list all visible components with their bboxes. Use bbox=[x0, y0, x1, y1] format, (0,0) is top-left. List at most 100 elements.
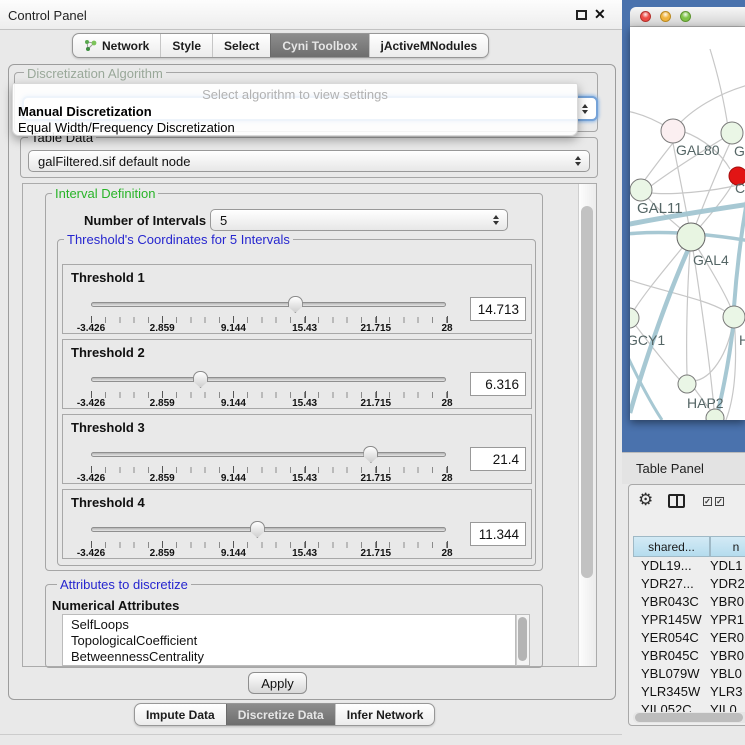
threshold-panel: Threshold 1 -3.4262.8599.14415.4321.7152… bbox=[62, 264, 532, 334]
tab-infer-network[interactable]: Infer Network bbox=[335, 704, 435, 725]
apply-button[interactable]: Apply bbox=[248, 672, 307, 694]
table-row[interactable]: YLR345WYLR3 bbox=[629, 684, 745, 702]
attributes-list[interactable]: SelfLoops TopologicalCoefficient Between… bbox=[62, 614, 516, 666]
slider-tick-labels: -3.4262.8599.14415.4321.71528 bbox=[91, 323, 447, 334]
threshold-slider[interactable] bbox=[91, 445, 446, 465]
slider-track[interactable] bbox=[91, 527, 446, 532]
threshold-slider[interactable] bbox=[91, 370, 446, 390]
node-label: GAL80 bbox=[676, 142, 720, 158]
table-hscrollbar-thumb[interactable] bbox=[635, 713, 743, 722]
threshold-value-field[interactable]: 11.344 bbox=[470, 522, 526, 546]
table-row[interactable]: YDR27...YDR2 bbox=[629, 576, 745, 594]
close-icon[interactable]: ✕ bbox=[594, 6, 606, 23]
table-data-value: galFiltered.sif default node bbox=[38, 154, 190, 169]
node-gal80[interactable] bbox=[661, 119, 685, 143]
threshold-label: Threshold 3 bbox=[71, 420, 145, 435]
algorithm-option-manual[interactable]: Manual Discretization bbox=[18, 104, 152, 119]
threshold-panel: Threshold 3 -3.4262.8599.14415.4321.7152… bbox=[62, 414, 532, 484]
node-label: HAP2 bbox=[687, 395, 724, 411]
numerical-attributes-heading: Numerical Attributes bbox=[52, 598, 179, 613]
algorithm-prompt-option[interactable]: Select algorithm to view settings bbox=[13, 87, 577, 102]
settings-scrollbar-thumb[interactable] bbox=[581, 206, 593, 578]
tab-style[interactable]: Style bbox=[160, 34, 212, 57]
combo-arrows-icon bbox=[493, 215, 499, 225]
list-item[interactable]: SelfLoops bbox=[63, 615, 515, 633]
threshold-panel: Threshold 4 -3.4262.8599.14415.4321.7152… bbox=[62, 489, 532, 559]
checkbox-icon[interactable]: ✓ bbox=[703, 497, 712, 506]
network-view-canvas[interactable]: GAL80 GA C GAL11 GAL4 GCY1 H HAP2 bbox=[630, 27, 745, 420]
threshold-label: Threshold 1 bbox=[71, 270, 145, 285]
table-panel-body: ⚙ ✓ ✓ shared... n YDL19...YDL1 YDR27...Y… bbox=[628, 484, 745, 726]
network-icon bbox=[84, 39, 97, 52]
right-column: GAL80 GA C GAL11 GAL4 GCY1 H HAP2 Table … bbox=[622, 0, 745, 745]
tab-impute-data[interactable]: Impute Data bbox=[135, 704, 226, 725]
number-of-intervals-label: Number of Intervals bbox=[84, 213, 206, 228]
interval-definition-title: Interval Definition bbox=[52, 186, 158, 201]
gear-icon[interactable]: ⚙ bbox=[638, 491, 653, 508]
tab-network[interactable]: Network bbox=[73, 34, 160, 57]
node-gal4[interactable] bbox=[677, 223, 705, 251]
node-gcy1[interactable] bbox=[630, 308, 639, 328]
attributes-scrollbar-thumb[interactable] bbox=[518, 617, 527, 661]
column-header-shared-name[interactable]: shared... bbox=[633, 536, 710, 557]
tab-select[interactable]: Select bbox=[212, 34, 270, 57]
table-row[interactable]: YDL19...YDL1 bbox=[629, 558, 745, 576]
node-h[interactable] bbox=[723, 306, 745, 328]
slider-track[interactable] bbox=[91, 452, 446, 457]
node-gal11[interactable] bbox=[630, 179, 652, 201]
threshold-value-field[interactable]: 21.4 bbox=[470, 447, 526, 471]
table-panel-title: Table Panel bbox=[636, 461, 704, 476]
control-panel-titlebar: Control Panel ✕ bbox=[0, 0, 622, 30]
algorithm-option-equal-width[interactable]: Equal Width/Frequency Discretization bbox=[18, 120, 235, 135]
tab-discretize-data[interactable]: Discretize Data bbox=[226, 704, 335, 725]
list-item[interactable]: BetweennessCentrality bbox=[63, 649, 515, 665]
attributes-group-title: Attributes to discretize bbox=[57, 577, 191, 592]
slider-track[interactable] bbox=[91, 377, 446, 382]
node-label: GCY1 bbox=[630, 332, 665, 348]
list-item[interactable]: TopologicalCoefficient bbox=[63, 633, 515, 649]
threshold-label: Threshold 4 bbox=[71, 495, 145, 510]
network-window-titlebar[interactable] bbox=[630, 7, 745, 27]
float-window-icon[interactable] bbox=[576, 10, 587, 20]
column-header-name[interactable]: n bbox=[710, 536, 745, 557]
table-row[interactable]: YER054CYER0 bbox=[629, 630, 745, 648]
slider-thumb[interactable] bbox=[363, 446, 378, 463]
slider-tick-labels: -3.4262.8599.14415.4321.71528 bbox=[91, 398, 447, 409]
table-row[interactable]: YBR045CYBR0 bbox=[629, 648, 745, 666]
checkbox-icon[interactable]: ✓ bbox=[715, 497, 724, 506]
node-label: H bbox=[739, 332, 745, 348]
columns-icon[interactable] bbox=[668, 494, 685, 508]
node-top-right[interactable] bbox=[721, 122, 743, 144]
tab-cyni-toolbox[interactable]: Cyni Toolbox bbox=[270, 34, 368, 57]
slider-thumb[interactable] bbox=[250, 521, 265, 538]
node-label: GAL11 bbox=[637, 200, 683, 217]
zoom-traffic-light-icon[interactable] bbox=[680, 11, 691, 22]
combo-arrows-icon bbox=[582, 104, 588, 114]
threshold-label: Threshold 2 bbox=[71, 345, 145, 360]
threshold-slider[interactable] bbox=[91, 295, 446, 315]
tab-jactivemnodules[interactable]: jActiveMNodules bbox=[369, 34, 489, 57]
table-row[interactable]: YBL079WYBL0 bbox=[629, 666, 745, 684]
control-panel-tabbar: Network Style Select Cyni Toolbox jActiv… bbox=[72, 33, 489, 58]
table-panel-titlebar: Table Panel bbox=[622, 452, 745, 484]
table-row[interactable]: YPR145WYPR1 bbox=[629, 612, 745, 630]
threshold-value-field[interactable]: 6.316 bbox=[470, 372, 526, 396]
number-of-intervals-value: 5 bbox=[220, 213, 227, 228]
network-desktop: GAL80 GA C GAL11 GAL4 GCY1 H HAP2 bbox=[622, 0, 745, 452]
panel-title: Control Panel bbox=[8, 8, 87, 23]
thresholds-group-title: Threshold's Coordinates for 5 Intervals bbox=[64, 232, 293, 247]
slider-thumb[interactable] bbox=[193, 371, 208, 388]
close-traffic-light-icon[interactable] bbox=[640, 11, 651, 22]
node-hap2[interactable] bbox=[678, 375, 696, 393]
table-row[interactable]: YBR043CYBR0 bbox=[629, 594, 745, 612]
table-data-combobox[interactable]: galFiltered.sif default node bbox=[28, 150, 590, 172]
threshold-panel: Threshold 2 -3.4262.8599.14415.4321.7152… bbox=[62, 339, 532, 409]
threshold-slider[interactable] bbox=[91, 520, 446, 540]
slider-thumb[interactable] bbox=[288, 296, 303, 313]
minimize-traffic-light-icon[interactable] bbox=[660, 11, 671, 22]
panel-bottom-divider bbox=[0, 734, 622, 735]
network-graph: GAL80 GA C GAL11 GAL4 GCY1 H HAP2 bbox=[630, 27, 745, 420]
threshold-value-field[interactable]: 14.713 bbox=[470, 297, 526, 321]
number-of-intervals-combobox[interactable]: 5 bbox=[210, 209, 508, 231]
slider-track[interactable] bbox=[91, 302, 446, 307]
